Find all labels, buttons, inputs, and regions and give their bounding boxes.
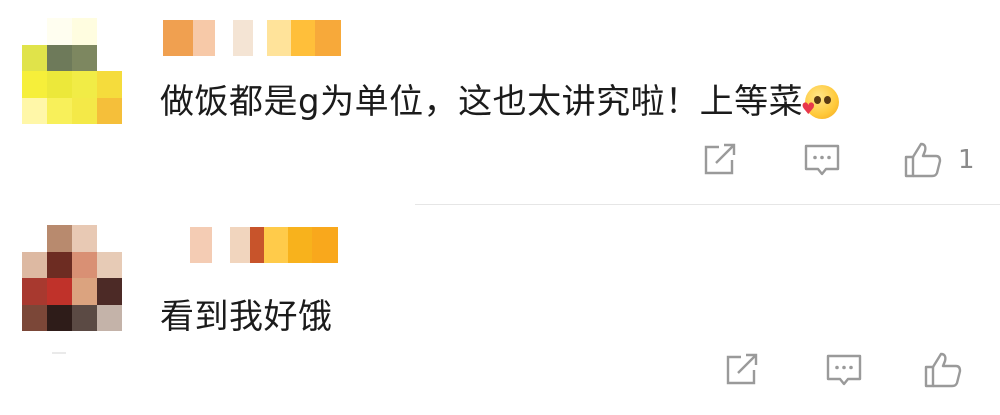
comment-item: 看到我好饿	[0, 205, 1000, 415]
username-pixel	[267, 20, 291, 56]
avatar-pixel	[97, 304, 122, 331]
avatar-pixel	[47, 278, 72, 305]
thumbs-up-icon	[904, 142, 942, 178]
username-pixel	[253, 20, 267, 56]
comment-actions	[722, 350, 964, 390]
avatar-pixel	[47, 304, 72, 331]
username-pixel	[163, 20, 193, 56]
comment-bubble-icon	[826, 354, 862, 386]
avatar-pixel	[47, 97, 72, 124]
reply-button[interactable]	[802, 141, 842, 179]
avatar-pixel	[72, 278, 97, 305]
username-pixel	[264, 227, 288, 263]
username-pixel	[212, 227, 230, 263]
share-icon	[704, 143, 736, 175]
avatar-pixel	[97, 97, 122, 124]
avatar-pixel	[22, 251, 47, 278]
comment-actions: 1	[700, 140, 975, 180]
avatar-pixel	[47, 251, 72, 278]
share-button[interactable]	[722, 351, 762, 389]
avatar-pixel	[97, 44, 122, 71]
avatar-pixel	[22, 304, 47, 331]
username-blurred[interactable]	[163, 20, 341, 56]
share-icon	[726, 353, 758, 385]
avatar-pixel	[47, 225, 72, 252]
avatar-pixel	[72, 18, 97, 45]
avatar-pixel	[97, 18, 122, 45]
like-count: 1	[958, 145, 975, 175]
like-button[interactable]: 1	[902, 140, 975, 180]
reply-button[interactable]	[824, 351, 864, 389]
avatar-pixel	[72, 97, 97, 124]
avatar-pixel	[47, 18, 72, 45]
username-blurred[interactable]	[160, 227, 338, 263]
share-button[interactable]	[700, 141, 740, 179]
avatar-pixel	[47, 71, 72, 98]
like-button[interactable]	[922, 350, 964, 390]
username-pixel	[193, 20, 215, 56]
avatar-pixel	[97, 71, 122, 98]
username-pixel	[233, 20, 253, 56]
avatar-pixel	[72, 251, 97, 278]
username-pixel	[315, 20, 341, 56]
username-pixel	[288, 227, 312, 263]
username-pixel	[160, 227, 190, 263]
username-pixel	[190, 227, 212, 263]
avatar-pixel	[72, 71, 97, 98]
avatar-pixel	[97, 225, 122, 252]
avatar-pixel	[72, 304, 97, 331]
username-pixel	[230, 227, 250, 263]
comment-item: 做饭都是g为单位，这也太讲究啦！上等菜 ♥ 1	[0, 0, 1000, 205]
avatar[interactable]	[22, 225, 122, 331]
avatar-pixel	[72, 44, 97, 71]
avatar[interactable]	[22, 18, 122, 124]
thumbs-up-icon	[924, 352, 962, 388]
comment-text: 做饭都是g为单位，这也太讲究啦！上等菜 ♥	[160, 74, 840, 123]
username-pixel	[250, 227, 264, 263]
avatar-pixel	[22, 18, 47, 45]
username-pixel	[215, 20, 233, 56]
avatar-pixel	[22, 278, 47, 305]
username-pixel	[312, 227, 338, 263]
username-pixel	[291, 20, 315, 56]
comment-text-content: 做饭都是g为单位，这也太讲究啦！上等菜	[160, 82, 804, 122]
avatar-pixel	[47, 44, 72, 71]
separator-mark	[52, 352, 66, 354]
avatar-pixel	[22, 71, 47, 98]
avatar-pixel	[97, 278, 122, 305]
avatar-pixel	[22, 225, 47, 252]
heart-eyes-face-icon: ♥	[801, 85, 840, 119]
avatar-pixel	[22, 44, 47, 71]
avatar-pixel	[72, 225, 97, 252]
avatar-pixel	[22, 97, 47, 124]
avatar-pixel	[97, 251, 122, 278]
comment-bubble-icon	[804, 144, 840, 176]
comment-text: 看到我好饿	[160, 297, 333, 337]
